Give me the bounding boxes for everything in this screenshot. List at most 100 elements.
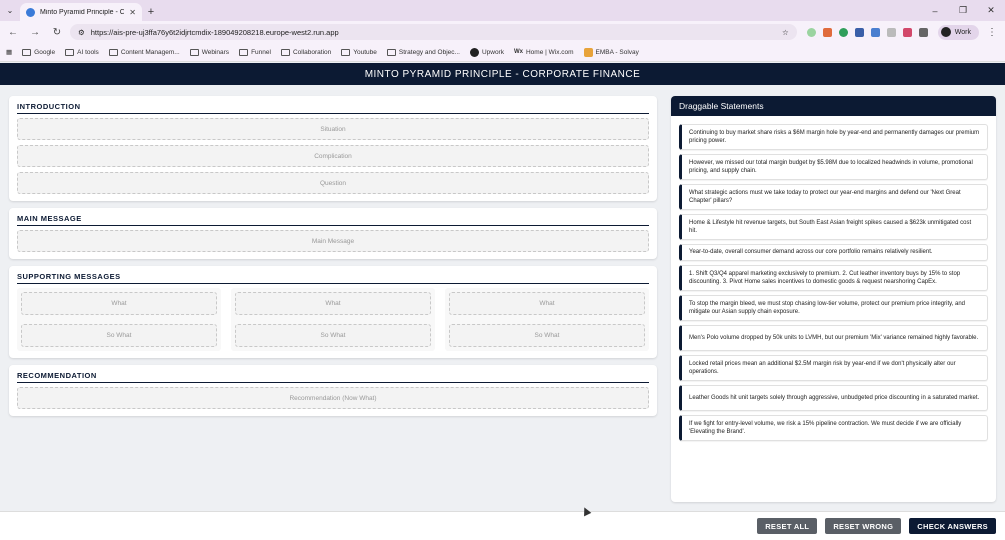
- dropzone-complication[interactable]: Complication: [17, 145, 649, 167]
- menu-dots-icon[interactable]: ⋮: [983, 23, 1001, 41]
- draggable-statement[interactable]: Leather Goods hit unit targets solely th…: [679, 385, 988, 411]
- extension-icon[interactable]: [822, 27, 832, 37]
- folder-icon: [280, 48, 290, 56]
- minimize-icon[interactable]: –: [921, 0, 949, 21]
- dropzone-what[interactable]: What: [21, 292, 217, 315]
- close-window-icon[interactable]: ✕: [977, 0, 1005, 21]
- reset-all-button[interactable]: RESET ALL: [757, 518, 818, 534]
- section-title: MAIN MESSAGE: [17, 214, 649, 226]
- extension-icon[interactable]: [806, 27, 816, 37]
- draggable-statement[interactable]: Year-to-date, overall consumer demand ac…: [679, 244, 988, 261]
- bookmark-google[interactable]: Google: [22, 48, 55, 56]
- address-bar[interactable]: ⚙ https://ais-pre-uj3ffa76y6t2idjrtcmdix…: [70, 24, 797, 40]
- bookmark-wix[interactable]: Wx Home | Wix.com: [514, 49, 574, 56]
- dropzone-recommendation[interactable]: Recommendation (Now What): [17, 387, 649, 409]
- bookmark-funnel[interactable]: Funnel: [239, 48, 271, 56]
- wix-icon: Wx: [513, 49, 523, 55]
- bookmark-star-icon[interactable]: ☆: [782, 28, 789, 37]
- profile-button[interactable]: Work: [937, 24, 979, 40]
- dropzone-so-what[interactable]: So What: [449, 324, 645, 347]
- section-title: INTRODUCTION: [17, 102, 649, 114]
- extensions-area: [801, 27, 934, 37]
- draggable-statement[interactable]: Locked retail prices mean an additional …: [679, 355, 988, 381]
- folder-icon: [108, 48, 118, 56]
- extension-icon[interactable]: [902, 27, 912, 37]
- extension-icon[interactable]: [854, 27, 864, 37]
- url-text: https://ais-pre-uj3ffa76y6t2idjrtcmdix-1…: [90, 27, 339, 37]
- folder-icon: [65, 48, 75, 56]
- statements-list: Continuing to buy market share risks a $…: [671, 116, 996, 441]
- site-info-icon[interactable]: ⚙: [78, 28, 85, 37]
- bookmark-ai-tools[interactable]: AI tools: [65, 48, 99, 56]
- bookmark-upwork[interactable]: Upwork: [469, 47, 504, 57]
- apps-grid-icon[interactable]: ▦: [6, 48, 12, 56]
- pyramid-board: INTRODUCTION Situation Complication Ques…: [9, 96, 657, 423]
- extensions-puzzle-icon[interactable]: [918, 27, 928, 37]
- section-title: SUPPORTING MESSAGES: [17, 272, 649, 284]
- close-tab-icon[interactable]: ✕: [129, 8, 136, 17]
- supporting-messages-section: SUPPORTING MESSAGES What So What What So…: [9, 266, 657, 358]
- browser-toolbar: ← → ↻ ⚙ https://ais-pre-uj3ffa76y6t2idjr…: [0, 21, 1005, 43]
- tab-title: Minto Pyramid Principle - Corp: [40, 8, 125, 16]
- dropzone-so-what[interactable]: So What: [235, 324, 431, 347]
- browser-tab-bar: ⌄ Minto Pyramid Principle - Corp ✕ + – ❐…: [0, 0, 1005, 21]
- draggable-statement[interactable]: However, we missed our total margin budg…: [679, 154, 988, 180]
- statements-panel-title: Draggable Statements: [671, 96, 996, 116]
- introduction-section: INTRODUCTION Situation Complication Ques…: [9, 96, 657, 201]
- bookmark-youtube[interactable]: Youtube: [341, 48, 377, 56]
- folder-icon: [22, 48, 32, 56]
- recommendation-section: RECOMMENDATION Recommendation (Now What): [9, 365, 657, 416]
- restore-icon[interactable]: ❐: [949, 0, 977, 21]
- dropzone-what[interactable]: What: [235, 292, 431, 315]
- extension-icon[interactable]: [886, 27, 896, 37]
- action-footer: RESET ALL RESET WRONG CHECK ANSWERS: [0, 511, 1005, 540]
- extension-icon[interactable]: [838, 27, 848, 37]
- extension-icon[interactable]: [870, 27, 880, 37]
- folder-icon: [239, 48, 249, 56]
- reset-wrong-button[interactable]: RESET WRONG: [825, 518, 902, 534]
- dropzone-main-message[interactable]: Main Message: [17, 230, 649, 252]
- folder-icon: [189, 48, 199, 56]
- forward-icon[interactable]: →: [26, 23, 44, 41]
- window-controls: – ❐ ✕: [921, 0, 1005, 21]
- reload-icon[interactable]: ↻: [48, 23, 66, 41]
- dropzone-situation[interactable]: Situation: [17, 118, 649, 140]
- supporting-column: What So What: [17, 288, 221, 351]
- draggable-statement[interactable]: Home & Lifestyle hit revenue targets, bu…: [679, 214, 988, 240]
- main-message-section: MAIN MESSAGE Main Message: [9, 208, 657, 259]
- emba-icon: [583, 47, 593, 57]
- bookmark-webinars[interactable]: Webinars: [189, 48, 229, 56]
- dropzone-question[interactable]: Question: [17, 172, 649, 194]
- draggable-statement[interactable]: Continuing to buy market share risks a $…: [679, 124, 988, 150]
- bookmark-collaboration[interactable]: Collaboration: [280, 48, 331, 56]
- bookmark-emba[interactable]: EMBA - Solvay: [583, 47, 639, 57]
- draggable-statement[interactable]: If we fight for entry-level volume, we r…: [679, 415, 988, 441]
- supporting-column: What So What: [445, 288, 649, 351]
- draggable-statement[interactable]: Men's Polo volume dropped by 50k units t…: [679, 325, 988, 351]
- draggable-statement[interactable]: What strategic actions must we take toda…: [679, 184, 988, 210]
- back-icon[interactable]: ←: [4, 23, 22, 41]
- app-header: MINTO PYRAMID PRINCIPLE - CORPORATE FINA…: [0, 63, 1005, 85]
- site-favicon-icon: [26, 7, 35, 17]
- bookmark-strategy[interactable]: Strategy and Objec...: [386, 48, 460, 56]
- draggable-statement[interactable]: To stop the margin bleed, we must stop c…: [679, 295, 988, 321]
- new-tab-icon[interactable]: +: [142, 3, 160, 21]
- avatar: [940, 27, 951, 37]
- dropzone-so-what[interactable]: So What: [21, 324, 217, 347]
- upwork-icon: [469, 47, 479, 57]
- draggable-statement[interactable]: 1. Shift Q3/Q4 apparel marketing exclusi…: [679, 265, 988, 291]
- tab-search-icon[interactable]: ⌄: [0, 0, 20, 21]
- section-title: RECOMMENDATION: [17, 371, 649, 383]
- page-title: MINTO PYRAMID PRINCIPLE - CORPORATE FINA…: [364, 68, 641, 80]
- dropzone-what[interactable]: What: [449, 292, 645, 315]
- folder-icon: [341, 48, 351, 56]
- browser-tab[interactable]: Minto Pyramid Principle - Corp ✕: [20, 3, 142, 21]
- supporting-grid: What So What What So What What So What: [17, 288, 649, 351]
- profile-label: Work: [954, 28, 971, 36]
- bookmarks-bar: ▦ Google AI tools Content Managem... Web…: [0, 43, 1005, 62]
- folder-icon: [386, 48, 396, 56]
- statements-panel: Draggable Statements Continuing to buy m…: [671, 96, 996, 502]
- bookmark-content-management[interactable]: Content Managem...: [108, 48, 180, 56]
- supporting-column: What So What: [231, 288, 435, 351]
- check-answers-button[interactable]: CHECK ANSWERS: [909, 518, 996, 534]
